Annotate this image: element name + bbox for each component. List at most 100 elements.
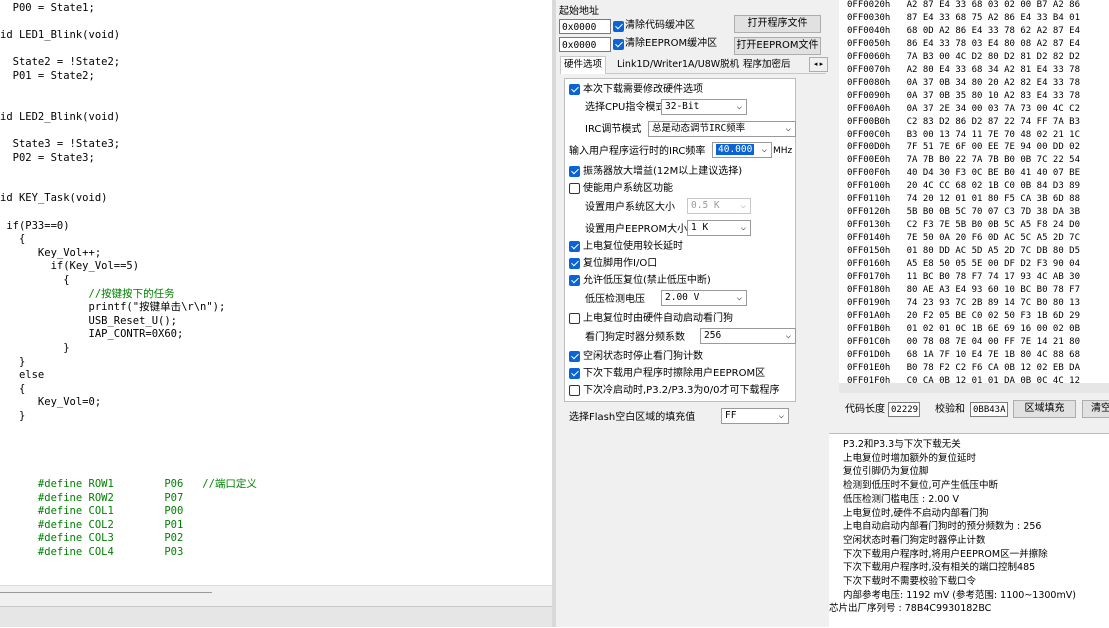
code-line[interactable]: if(P33==0) bbox=[0, 219, 69, 233]
cpu-mode-select[interactable]: 32-Bit ⌵ bbox=[661, 99, 747, 115]
hex-row[interactable]: 0FF0150h 01 80 DD AC 5D A5 2D 7C DB 80 D… bbox=[847, 245, 1080, 257]
code-line[interactable]: Key_Vol++; bbox=[0, 246, 101, 260]
tab-offline-programmer[interactable]: Link1D/Writer1A/U8W脱机 bbox=[614, 57, 742, 73]
hex-dump-view[interactable]: 0FF0020h A2 87 E4 33 68 03 02 00 B7 A2 8… bbox=[839, 0, 1109, 392]
hex-row[interactable]: 0FF01B0h 01 02 01 0C 1B 6E 69 16 00 02 0… bbox=[847, 323, 1080, 335]
code-line[interactable]: Key_Vol=0; bbox=[0, 395, 101, 409]
user-system-area-checkbox[interactable] bbox=[569, 183, 580, 194]
code-line[interactable]: #define COL4 P03 bbox=[0, 545, 183, 559]
user-system-size-value: 0.5 K bbox=[691, 200, 720, 211]
code-line[interactable]: } bbox=[0, 341, 69, 355]
long-reset-delay-checkbox[interactable] bbox=[569, 241, 580, 252]
fill-region-button[interactable]: 区域填充 bbox=[1013, 400, 1076, 418]
code-line[interactable]: #define COL1 P00 bbox=[0, 504, 183, 518]
hex-row[interactable]: 0FF0160h A5 E8 50 05 5E 00 DF D2 F3 90 0… bbox=[847, 258, 1080, 270]
hex-horizontal-scrollbar[interactable] bbox=[839, 383, 1109, 393]
hex-row[interactable]: 0FF0080h 0A 37 0B 34 80 20 A2 82 E4 33 7… bbox=[847, 77, 1080, 89]
code-line[interactable]: IAP_CONTR=0X60; bbox=[0, 327, 184, 341]
irc-frequency-combo[interactable]: 40.000 ⌵ bbox=[712, 142, 772, 158]
code-line[interactable]: USB_Reset_U(); bbox=[0, 314, 178, 328]
tab-hardware-options[interactable]: 硬件选项 bbox=[560, 56, 607, 74]
hex-row[interactable]: 0FF00E0h 7A 7B B0 22 7A 7B B0 0B 7C 22 5… bbox=[847, 154, 1080, 166]
hex-row[interactable]: 0FF0030h 87 E4 33 68 75 A2 86 E4 33 B4 0… bbox=[847, 12, 1080, 24]
tab-scroll-arrows[interactable]: ◂ ▸ bbox=[809, 57, 828, 72]
code-line[interactable]: if(Key_Vol==5) bbox=[0, 259, 140, 273]
modify-hardware-label: 本次下载需要修改硬件选项 bbox=[583, 84, 703, 95]
hex-row[interactable]: 0FF0050h 86 E4 33 78 03 E4 80 08 A2 87 E… bbox=[847, 38, 1080, 50]
erase-eeprom-checkbox[interactable] bbox=[569, 368, 580, 379]
code-line[interactable]: { bbox=[0, 382, 25, 396]
hex-row[interactable]: 0FF0140h 7E 50 0A 20 F6 0D AC 5C A5 2D 7… bbox=[847, 232, 1080, 244]
code-line[interactable]: } bbox=[0, 355, 25, 369]
osc-gain-checkbox[interactable] bbox=[569, 166, 580, 177]
hex-row[interactable]: 0FF0040h 68 0D A2 86 E4 33 78 62 A2 87 E… bbox=[847, 25, 1080, 37]
code-line[interactable]: P02 = State3; bbox=[0, 151, 95, 165]
eeprom-size-select[interactable]: 1 K ⌵ bbox=[687, 220, 751, 236]
hex-row[interactable]: 0FF0180h 80 AE A3 E4 93 60 10 BC B0 78 F… bbox=[847, 284, 1080, 296]
cold-start-p32-checkbox[interactable] bbox=[569, 385, 580, 396]
code-line[interactable]: } bbox=[0, 409, 25, 423]
code-line[interactable]: id LED2_Blink(void) bbox=[0, 110, 120, 124]
code-line[interactable]: id KEY_Task(void) bbox=[0, 191, 107, 205]
user-system-size-select[interactable]: 0.5 K ⌵ bbox=[687, 198, 751, 214]
low-voltage-reset-checkbox[interactable] bbox=[569, 275, 580, 286]
open-program-file-button[interactable]: 打开程序文件 bbox=[734, 15, 821, 33]
code-line[interactable]: { bbox=[0, 273, 69, 287]
code-line[interactable]: #define ROW1 P06 //端口定义 bbox=[0, 477, 257, 491]
flash-fill-select[interactable]: FF ⌵ bbox=[721, 408, 789, 424]
reset-pin-io-checkbox[interactable] bbox=[569, 258, 580, 269]
code-line[interactable]: P00 = State1; bbox=[0, 1, 95, 15]
code-line[interactable]: P01 = State2; bbox=[0, 69, 95, 83]
status-line: P3.2和P3.3与下次下载无关 bbox=[837, 439, 961, 450]
hex-row[interactable]: 0FF0090h 0A 37 0B 35 80 10 A2 83 E4 33 7… bbox=[847, 90, 1080, 102]
hex-row[interactable]: 0FF00F0h 40 D4 30 F3 0C BE B0 41 40 07 B… bbox=[847, 167, 1080, 179]
hex-row[interactable]: 0FF0020h A2 87 E4 33 68 03 02 00 B7 A2 8… bbox=[847, 0, 1080, 11]
code-editor[interactable]: P00 = State1; id LED1_Blink(void) State2 … bbox=[0, 0, 552, 627]
hex-row[interactable]: 0FF01A0h 20 F2 05 BE C0 02 50 F3 1B 6D 2… bbox=[847, 310, 1080, 322]
hex-row[interactable]: 0FF0120h 5B B0 0B 5C 70 07 C3 7D 38 DA 3… bbox=[847, 206, 1080, 218]
hex-row[interactable]: 0FF0060h 7A B3 00 4C D2 80 D2 81 D2 82 D… bbox=[847, 51, 1080, 63]
editor-horizontal-scrollbar[interactable] bbox=[0, 585, 552, 606]
hex-row[interactable]: 0FF0110h 74 20 12 01 01 80 F5 CA 3B 6D 8… bbox=[847, 193, 1080, 205]
hex-row[interactable]: 0FF00B0h C2 83 D2 86 D2 87 22 74 FF 7A B… bbox=[847, 116, 1080, 128]
code-line[interactable]: { bbox=[0, 232, 25, 246]
clear-buffer-button[interactable]: 清空 bbox=[1082, 400, 1109, 418]
irc-mode-select[interactable]: 总是动态调节IRC频率 ⌵ bbox=[648, 121, 796, 137]
hex-row[interactable]: 0FF0170h 11 BC B0 78 F7 74 17 93 4C AB 3… bbox=[847, 271, 1080, 283]
clear-code-buffer-label: 清除代码缓冲区 bbox=[625, 20, 695, 31]
hw-watchdog-checkbox[interactable] bbox=[569, 313, 580, 324]
idle-watchdog-stop-checkbox[interactable] bbox=[569, 351, 580, 362]
hex-row[interactable]: 0FF01E0h B0 78 F2 C2 F6 CA 0B 12 02 EB D… bbox=[847, 362, 1080, 374]
hex-row[interactable]: 0FF01C0h 00 78 08 7E 04 00 FF 7E 14 21 8… bbox=[847, 336, 1080, 348]
code-line[interactable]: id LED1_Blink(void) bbox=[0, 28, 120, 42]
hex-row[interactable]: 0FF0100h 20 4C CC 68 02 1B C0 0B 84 D3 8… bbox=[847, 180, 1080, 192]
code-line[interactable]: State3 = !State3; bbox=[0, 137, 120, 151]
code-line[interactable]: printf("按键单击\r\n"); bbox=[0, 300, 226, 314]
open-eeprom-file-button[interactable]: 打开EEPROM文件 bbox=[734, 37, 821, 55]
code-line[interactable]: //按键按下的任务 bbox=[0, 287, 175, 301]
hex-row[interactable]: 0FF0070h A2 80 E4 33 68 34 A2 81 E4 33 7… bbox=[847, 64, 1080, 76]
code-line[interactable]: else bbox=[0, 368, 44, 382]
low-voltage-detect-select[interactable]: 2.00 V ⌵ bbox=[661, 290, 747, 306]
code-start-address-input[interactable]: 0x0000 bbox=[559, 19, 611, 34]
hex-row[interactable]: 0FF00A0h 0A 37 2E 34 00 03 7A 73 00 4C C… bbox=[847, 103, 1080, 115]
hex-row[interactable]: 0FF00C0h B3 00 13 74 11 7E 70 48 02 21 1… bbox=[847, 129, 1080, 141]
clear-code-buffer-checkbox[interactable] bbox=[613, 21, 624, 32]
code-line[interactable]: #define ROW2 P07 bbox=[0, 491, 183, 505]
code-line[interactable]: #define COL3 P02 bbox=[0, 531, 183, 545]
irc-frequency-value[interactable]: 40.000 bbox=[716, 144, 755, 155]
watchdog-divider-select[interactable]: 256 ⌵ bbox=[700, 328, 796, 344]
hex-row[interactable]: 0FF0190h 74 23 93 7C 2B 89 14 7C B0 80 1… bbox=[847, 297, 1080, 309]
code-line[interactable]: State2 = !State2; bbox=[0, 55, 120, 69]
eeprom-start-address-input[interactable]: 0x0000 bbox=[559, 37, 611, 52]
hex-row[interactable]: 0FF01D0h 68 1A 7F 10 E4 7E 1B 80 4C 88 6… bbox=[847, 349, 1080, 361]
hex-row[interactable]: 0FF00D0h 7F 51 7E 6F 00 EE 7E 94 00 DD 0… bbox=[847, 141, 1080, 153]
modify-hardware-checkbox[interactable] bbox=[569, 84, 580, 95]
irc-mode-label: IRC调节模式 bbox=[585, 124, 642, 135]
options-scrollbar[interactable] bbox=[794, 78, 797, 398]
clear-eeprom-buffer-checkbox[interactable] bbox=[613, 39, 624, 50]
tab-program-encryption[interactable]: 程序加密后 bbox=[740, 57, 794, 73]
code-line[interactable]: #define COL2 P01 bbox=[0, 518, 183, 532]
scrollbar-thumb[interactable] bbox=[0, 592, 212, 593]
hex-row[interactable]: 0FF0130h C2 F3 7E 5B B0 0B 5C A5 F8 24 D… bbox=[847, 219, 1080, 231]
